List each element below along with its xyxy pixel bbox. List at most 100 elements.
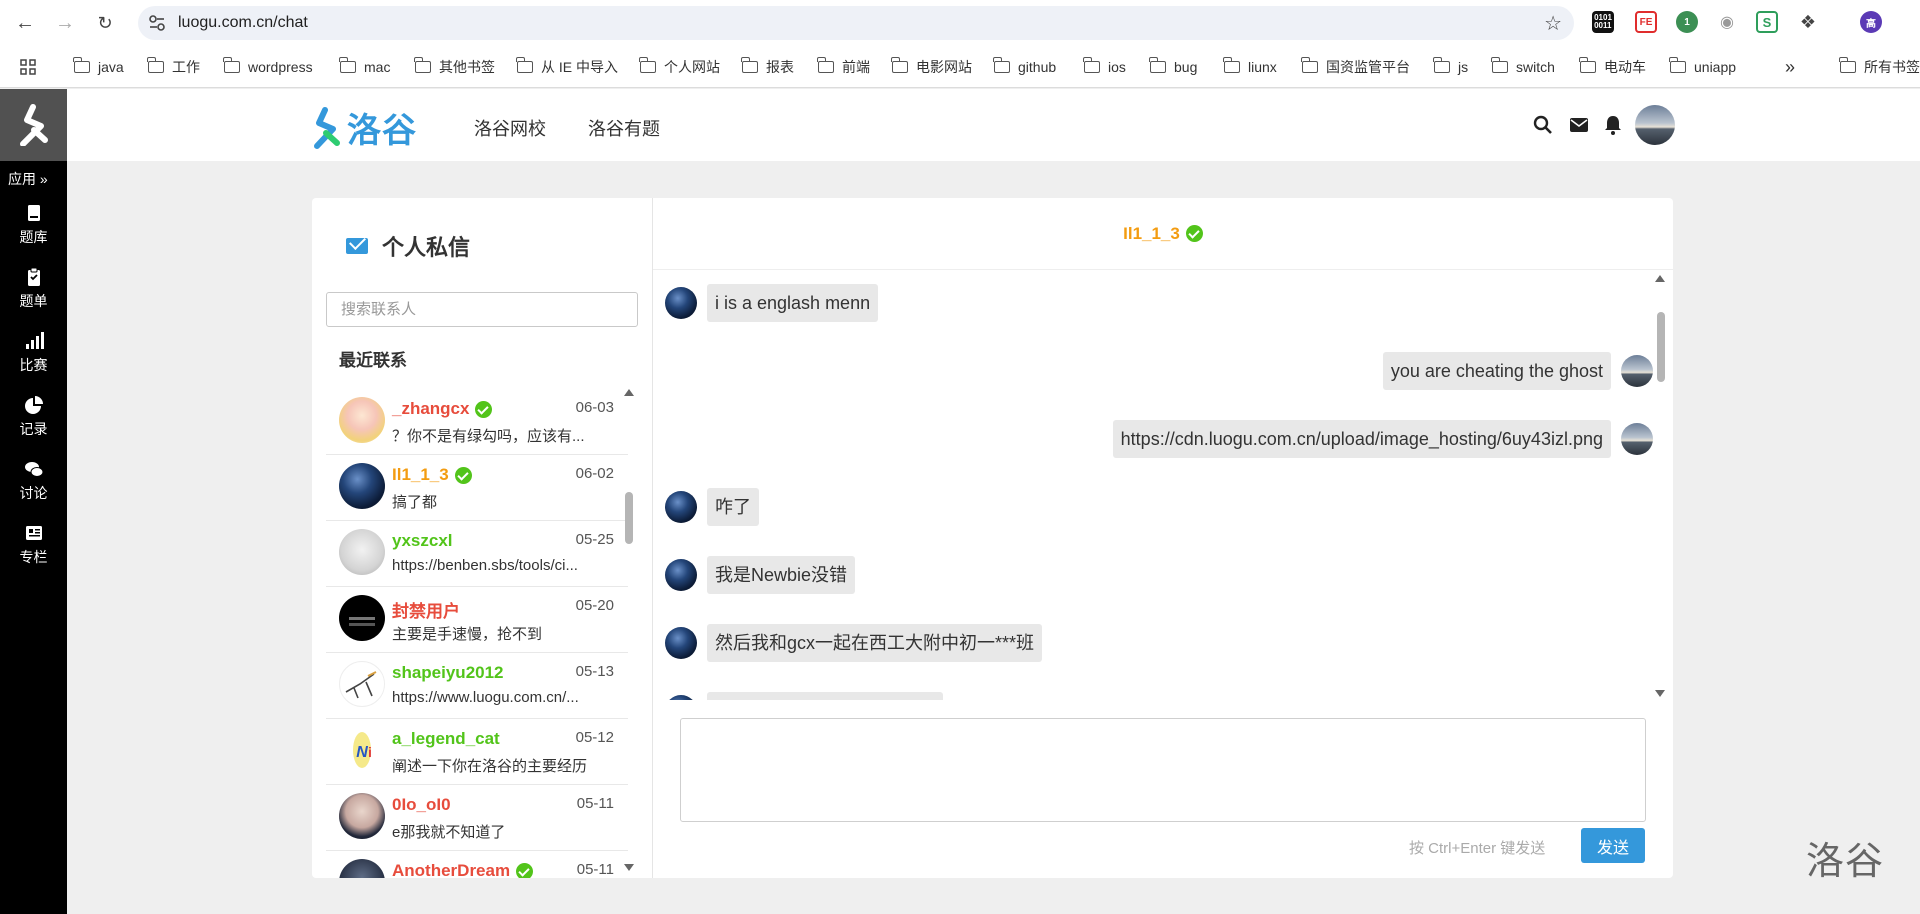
sidebar-item-records[interactable]: 记录 — [0, 395, 67, 439]
bookmark-folder[interactable]: 报表 — [741, 56, 794, 78]
sender-avatar[interactable] — [1621, 423, 1653, 455]
bookmark-folder[interactable]: switch — [1491, 56, 1555, 78]
bookmark-folder[interactable]: wordpress — [223, 56, 313, 78]
bookmark-folder[interactable]: java — [73, 56, 124, 78]
contact-item[interactable]: shapeiyu2012 05-13 https://www.luogu.com… — [326, 653, 628, 719]
profile-avatar[interactable]: 高 — [1860, 11, 1882, 33]
contacts-scrollbar-thumb[interactable] — [625, 492, 633, 544]
message-list[interactable]: i is a englash menn you are cheating the… — [653, 270, 1653, 700]
bookmark-folder[interactable]: 电动车 — [1579, 56, 1646, 78]
apps-grid-icon[interactable] — [20, 59, 36, 75]
bell-icon[interactable] — [1604, 115, 1622, 135]
mail-icon[interactable] — [1569, 117, 1589, 133]
messages-scrollbar-thumb[interactable] — [1657, 312, 1665, 382]
comments-icon — [24, 462, 43, 477]
search-icon[interactable] — [1533, 115, 1553, 135]
messages-scroll-down-icon[interactable] — [1655, 690, 1665, 697]
bookmark-folder[interactable]: js — [1433, 56, 1468, 78]
message-bubble[interactable]: https://cdn.luogu.com.cn/upload/image_ho… — [1112, 420, 1611, 458]
folder-icon — [1301, 57, 1318, 73]
bookmark-folder[interactable]: 电影网站 — [891, 56, 972, 78]
contacts-scroll-down-icon[interactable] — [624, 864, 634, 871]
conversation-partner-name[interactable]: Il1_1_3 — [1123, 224, 1180, 244]
contacts-scroll-up-icon[interactable] — [624, 389, 634, 396]
bookmark-folder[interactable]: 个人网站 — [639, 56, 720, 78]
folder-icon — [516, 57, 533, 73]
contact-list[interactable]: _zhangcx 06-03 ？你不是有绿勾吗，应该有... Il1_1_3 0… — [326, 389, 628, 878]
back-icon[interactable]: ← — [12, 10, 38, 36]
messages-scroll-up-icon[interactable] — [1655, 275, 1665, 282]
sender-avatar[interactable] — [665, 287, 697, 319]
bookmark-folder[interactable]: ios — [1083, 56, 1126, 78]
contact-name: AnotherDream — [392, 861, 534, 878]
contact-name-text: a_legend_cat — [392, 729, 500, 748]
bookmark-folder[interactable]: 工作 — [147, 56, 200, 78]
sender-avatar[interactable] — [665, 491, 697, 523]
contact-item[interactable]: Ni a_legend_cat 05-12 阐述一下你在洛谷的主要经历 — [326, 719, 628, 785]
contact-date: 05-13 — [575, 663, 614, 680]
sidebar-item-columns[interactable]: 专栏 — [0, 523, 67, 567]
binary-extension-icon[interactable]: 0101 0011 — [1592, 11, 1614, 33]
shield-extension-icon[interactable]: 1 — [1676, 11, 1698, 33]
bookmark-label: bug — [1174, 59, 1198, 75]
bookmark-folder[interactable]: uniapp — [1669, 56, 1736, 78]
bookmark-folder[interactable]: 从 IE 中导入 — [516, 56, 618, 78]
puzzle-extensions-icon[interactable]: ❖ — [1797, 11, 1819, 33]
sender-avatar[interactable] — [665, 695, 697, 700]
contact-name-text: shapeiyu2012 — [392, 663, 504, 682]
contact-item[interactable]: AnotherDream 05-11 — [326, 851, 628, 878]
bookmark-folder[interactable]: 国资监管平台 — [1301, 56, 1410, 78]
address-bar[interactable]: luogu.com.cn/chat ☆ — [138, 6, 1574, 40]
luogu-logo[interactable] — [0, 89, 67, 161]
sidebar-item-contests[interactable]: 比赛 — [0, 331, 67, 375]
profile-initial: 高 — [1866, 18, 1876, 30]
message-received: i is a englash menn — [665, 284, 879, 322]
bookmark-folder[interactable]: liunx — [1223, 56, 1277, 78]
bookmark-label: ios — [1108, 59, 1126, 75]
luogu-brand-icon — [314, 106, 340, 149]
contact-name-text: 0Io_oI0 — [392, 795, 451, 814]
brand-logo[interactable]: 洛谷 — [311, 103, 417, 152]
bookmark-folder[interactable]: mac — [339, 56, 390, 78]
contact-item[interactable]: 封禁用户 05-20 主要是手速慢，抢不到 — [326, 587, 628, 653]
contact-item[interactable]: yxszcxl 05-25 https://benben.sbs/tools/c… — [326, 521, 628, 587]
user-avatar[interactable] — [1635, 105, 1675, 145]
sender-avatar[interactable] — [665, 559, 697, 591]
contact-date: 05-25 — [575, 531, 614, 548]
contact-item[interactable]: _zhangcx 06-03 ？你不是有绿勾吗，应该有... — [326, 389, 628, 455]
send-button[interactable]: 发送 — [1581, 828, 1645, 863]
forward-icon[interactable]: → — [52, 10, 78, 36]
contact-item[interactable]: Il1_1_3 06-02 搞了都 — [326, 455, 628, 521]
bookmark-star-icon[interactable]: ☆ — [1544, 11, 1562, 36]
sender-avatar[interactable] — [665, 627, 697, 659]
message-input[interactable] — [680, 718, 1646, 822]
message-bubble: 咋了 — [707, 488, 759, 526]
s-extension-icon[interactable]: S — [1756, 11, 1778, 33]
bookmark-folder[interactable]: github — [993, 56, 1056, 78]
pm-title: 个人私信 — [346, 230, 470, 262]
sender-avatar[interactable] — [1621, 355, 1653, 387]
more-bookmarks-button[interactable]: » — [1785, 56, 1795, 78]
bookmark-folder[interactable]: bug — [1149, 56, 1198, 78]
bookmark-folder[interactable]: 其他书签 — [414, 56, 495, 78]
nav-luogu-youti[interactable]: 洛谷有题 — [588, 115, 660, 141]
message-received: 咋了 — [665, 488, 759, 526]
contact-avatar — [339, 463, 385, 509]
site-settings-icon[interactable] — [148, 14, 166, 32]
fe-extension-icon[interactable]: FE — [1635, 11, 1657, 33]
sidebar-item-problems[interactable]: 题库 — [0, 203, 67, 247]
contact-search-input[interactable] — [326, 292, 638, 327]
contact-name: a_legend_cat — [392, 729, 500, 749]
folder-icon — [1223, 57, 1240, 73]
all-bookmarks-folder[interactable]: 所有书签 — [1839, 56, 1920, 78]
reload-icon[interactable]: ↻ — [92, 10, 118, 36]
sidebar-item-discuss[interactable]: 讨论 — [0, 459, 67, 503]
contact-item[interactable]: 0Io_oI0 05-11 e那我就不知道了 — [326, 785, 628, 851]
nav-luogu-school[interactable]: 洛谷网校 — [474, 115, 546, 141]
apps-toggle[interactable]: 应用 » — [8, 169, 48, 189]
url-text[interactable]: luogu.com.cn/chat — [178, 14, 308, 32]
contact-name: _zhangcx — [392, 399, 493, 419]
bookmark-folder[interactable]: 前端 — [817, 56, 870, 78]
camera-extension-icon[interactable]: ◉ — [1716, 11, 1738, 33]
sidebar-item-problem-lists[interactable]: 题单 — [0, 267, 67, 311]
